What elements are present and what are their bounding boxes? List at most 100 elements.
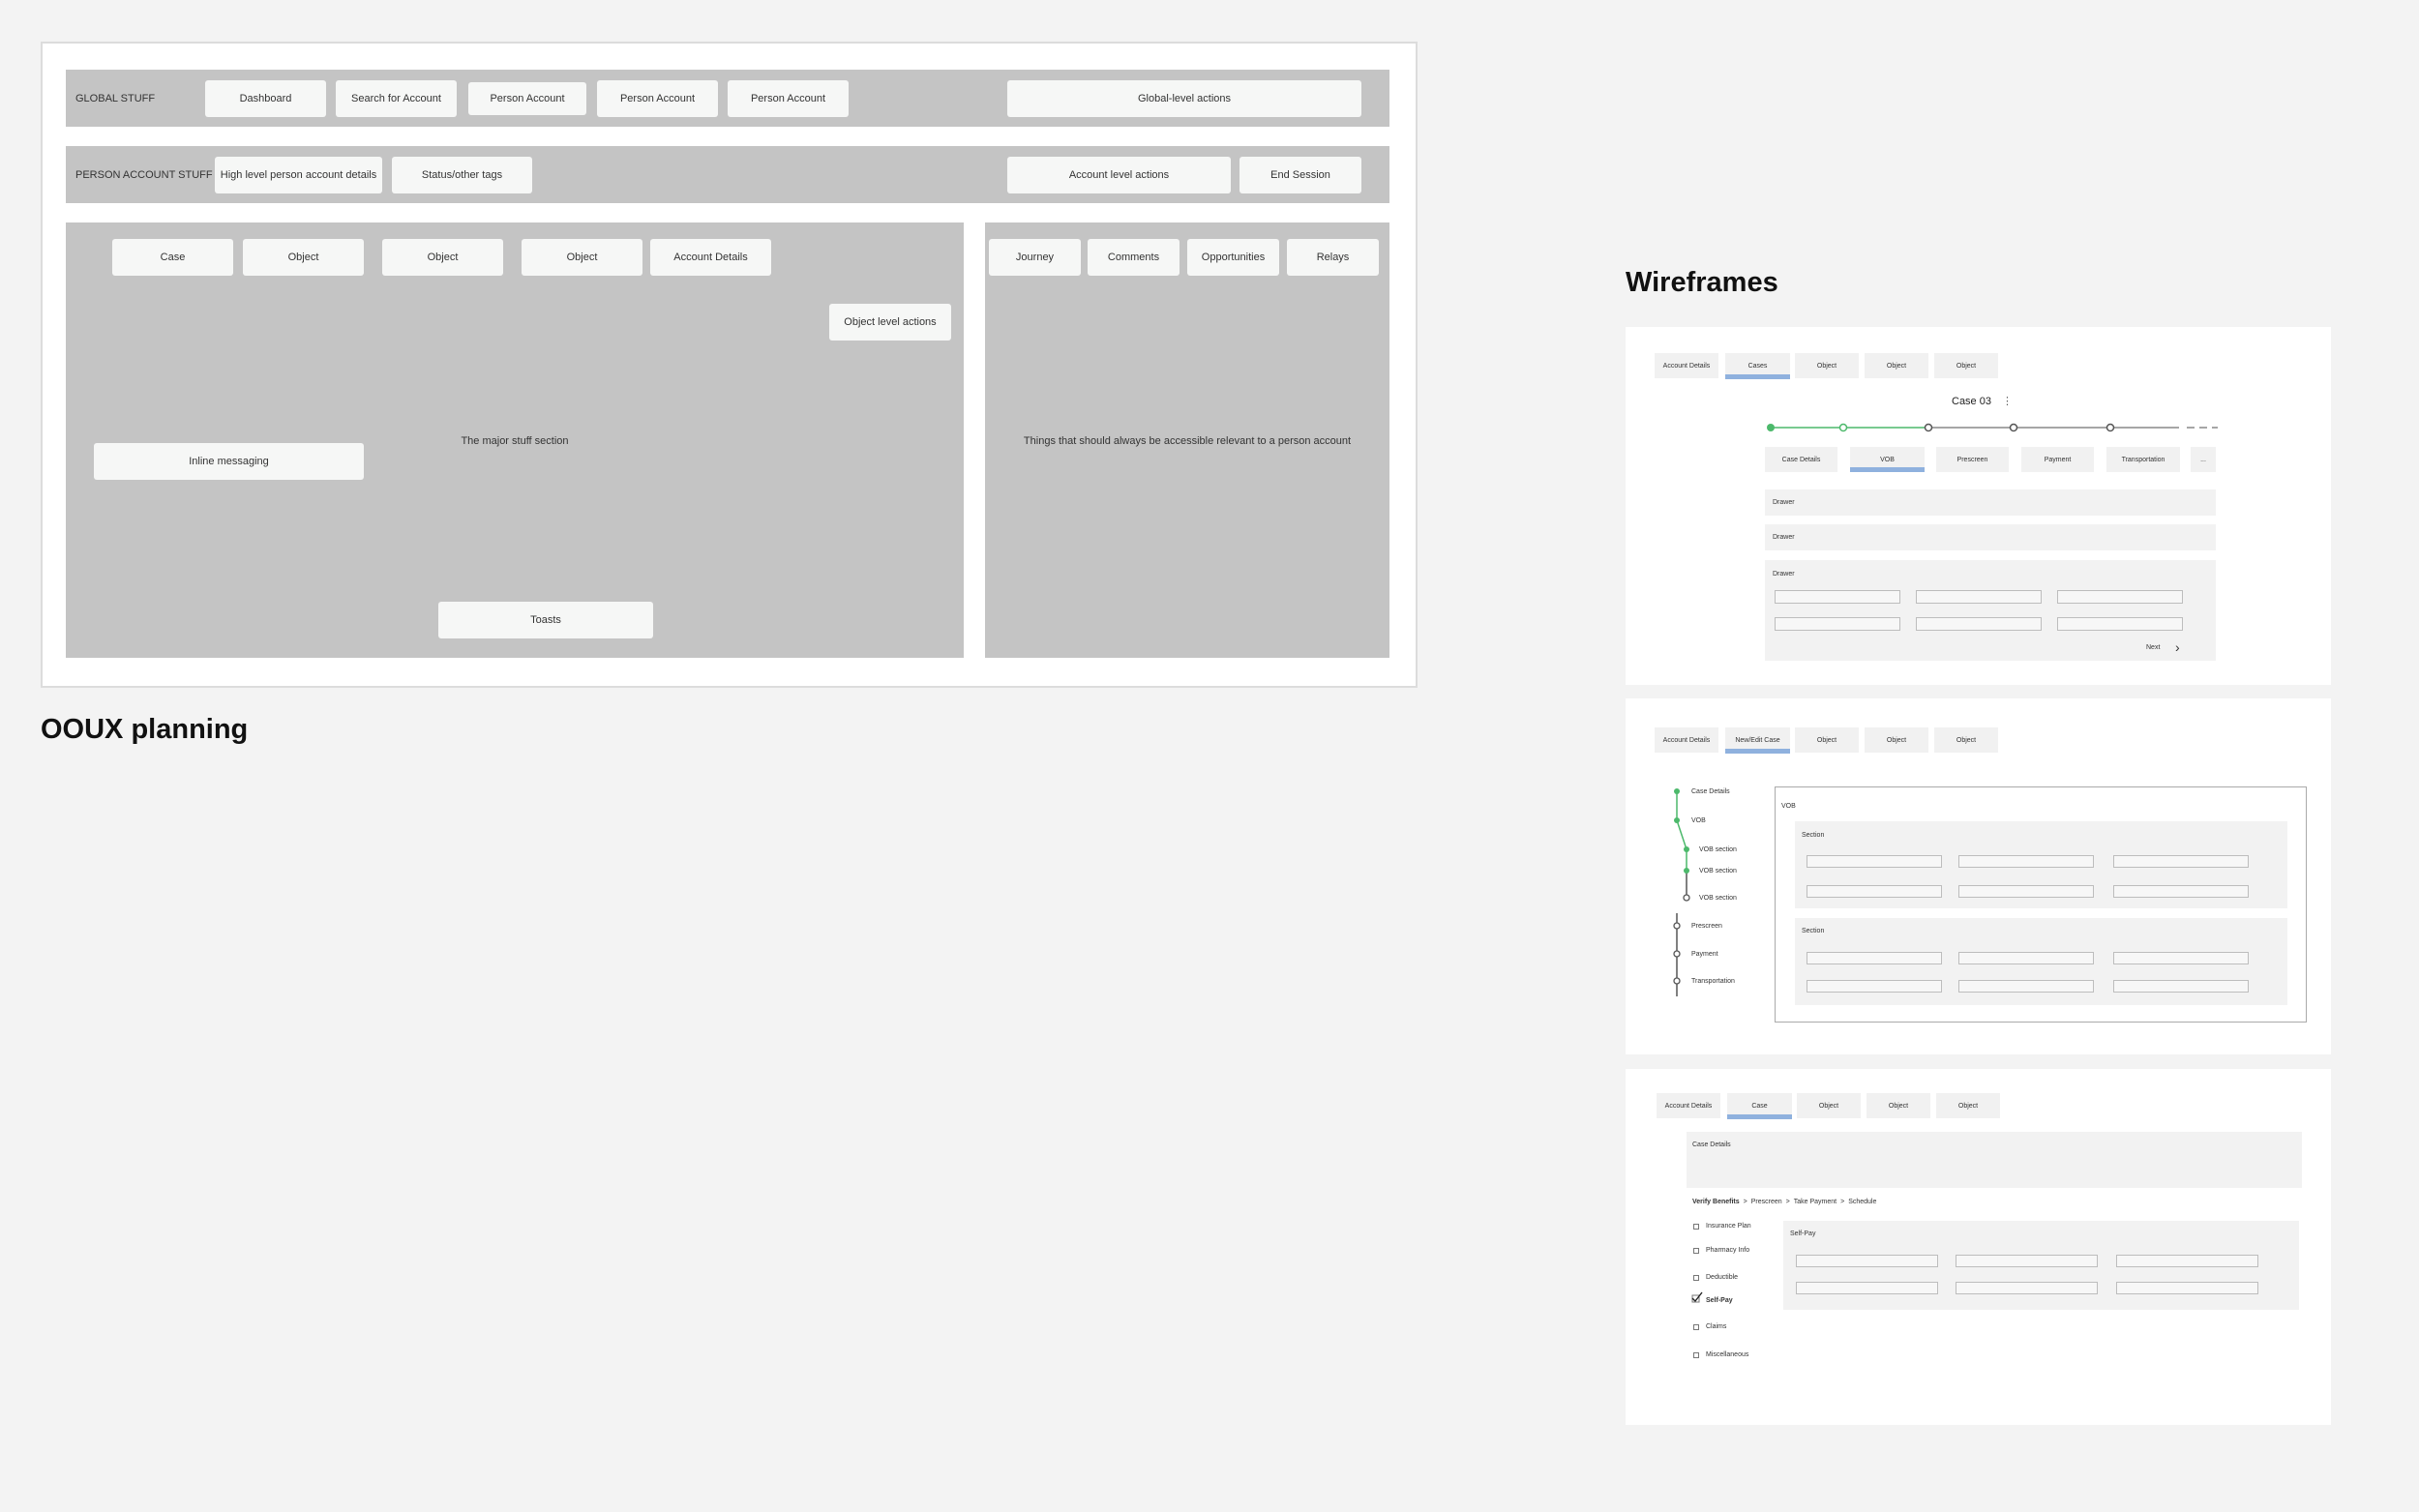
breadcrumb-verify-benefits[interactable]: Verify Benefits <box>1692 1199 1740 1205</box>
tab-case[interactable]: Case <box>112 239 233 276</box>
wf1-case-title: Case 03 <box>1952 396 1991 407</box>
wf2-field[interactable] <box>1958 980 2094 993</box>
object-actions-button[interactable]: Object level actions <box>829 304 951 341</box>
side-section-title: Things that should always be accessible … <box>1023 435 1352 447</box>
wf3-self-pay-title: Self-Pay <box>1790 1230 1816 1237</box>
wf1-field[interactable] <box>2057 590 2183 604</box>
wf3-field[interactable] <box>1956 1255 2098 1267</box>
wf1-subtab-indicator <box>1850 467 1925 472</box>
tab-comments[interactable]: Comments <box>1088 239 1180 276</box>
wf1-tab-object-2[interactable]: Object <box>1865 353 1928 378</box>
wf3-tab-object-3[interactable]: Object <box>1936 1093 2000 1118</box>
wf3-field[interactable] <box>1956 1282 2098 1294</box>
breadcrumb-prescreen[interactable]: Prescreen <box>1751 1199 1782 1205</box>
wf3-field[interactable] <box>2116 1255 2258 1267</box>
wf3-tab-account-details[interactable]: Account Details <box>1657 1093 1720 1118</box>
pharmacy-info-label: Pharmacy Info <box>1706 1247 1750 1254</box>
end-session-button[interactable]: End Session <box>1239 157 1361 193</box>
breadcrumb-take-payment[interactable]: Take Payment <box>1794 1199 1837 1205</box>
wf2-vob-panel-title: VOB <box>1781 803 1796 810</box>
step-dot-complete <box>1674 817 1680 823</box>
wf2-field[interactable] <box>1958 952 2094 964</box>
wf1-drawer-2[interactable] <box>1765 524 2216 550</box>
wf3-tab-object-2[interactable]: Object <box>1867 1093 1930 1118</box>
wf2-step-vob[interactable]: VOB <box>1691 817 1706 824</box>
global-actions-button[interactable]: Global-level actions <box>1007 80 1361 117</box>
wf2-step-vob-section-2[interactable]: VOB section <box>1699 868 1737 875</box>
insurance-plan-label: Insurance Plan <box>1706 1223 1751 1230</box>
kebab-icon[interactable]: ⋮ <box>2002 395 2013 407</box>
claims-label: Claims <box>1706 1323 1727 1330</box>
wf3-case-details-label: Case Details <box>1692 1141 1731 1148</box>
wf2-step-transportation[interactable]: Transportation <box>1691 978 1735 985</box>
wf1-subtab-payment[interactable]: Payment <box>2021 447 2094 472</box>
step-dot-complete <box>1674 788 1680 794</box>
tab-account-details[interactable]: Account Details <box>650 239 771 276</box>
wf2-step-vob-section-3[interactable]: VOB section <box>1699 895 1737 902</box>
wf1-subtab-case-details[interactable]: Case Details <box>1765 447 1837 472</box>
wf2-tab-account-details[interactable]: Account Details <box>1655 727 1718 753</box>
breadcrumb-separator: > <box>1743 1199 1747 1205</box>
wf2-field[interactable] <box>1807 980 1942 993</box>
wf1-next-button[interactable]: Next <box>2146 644 2160 651</box>
breadcrumb-schedule[interactable]: Schedule <box>1848 1199 1876 1205</box>
miscellaneous-label: Miscellaneous <box>1706 1351 1749 1358</box>
wf2-field[interactable] <box>2113 980 2249 993</box>
tab-object-1[interactable]: Object <box>243 239 364 276</box>
wf1-field[interactable] <box>1916 617 2042 631</box>
deductible-checkbox[interactable] <box>1693 1275 1699 1281</box>
wf3-field[interactable] <box>2116 1282 2258 1294</box>
search-account-button[interactable]: Search for Account <box>336 80 457 117</box>
wf3-field[interactable] <box>1796 1255 1938 1267</box>
wf1-field[interactable] <box>1775 617 1900 631</box>
insurance-plan-checkbox[interactable] <box>1693 1224 1699 1230</box>
wf2-field[interactable] <box>1807 952 1942 964</box>
miscellaneous-checkbox[interactable] <box>1693 1352 1699 1358</box>
account-actions-button[interactable]: Account level actions <box>1007 157 1231 193</box>
wf2-section-1-title: Section <box>1802 832 1825 839</box>
tab-object-2[interactable]: Object <box>382 239 503 276</box>
wf2-field[interactable] <box>1807 885 1942 898</box>
tab-relays[interactable]: Relays <box>1287 239 1379 276</box>
person-account-tab-1[interactable]: Person Account <box>468 82 586 115</box>
pharmacy-info-checkbox[interactable] <box>1693 1248 1699 1254</box>
wf1-field[interactable] <box>1916 590 2042 604</box>
wf1-tab-account-details[interactable]: Account Details <box>1655 353 1718 378</box>
tab-object-3[interactable]: Object <box>522 239 642 276</box>
wf1-subtab-transportation[interactable]: Transportation <box>2106 447 2180 472</box>
wf1-field[interactable] <box>2057 617 2183 631</box>
global-band-label: GLOBAL STUFF <box>75 92 156 104</box>
wf1-subtab-prescreen[interactable]: Prescreen <box>1936 447 2009 472</box>
wf2-field[interactable] <box>1958 855 2094 868</box>
dashboard-button[interactable]: Dashboard <box>205 80 326 117</box>
tab-opportunities[interactable]: Opportunities <box>1187 239 1279 276</box>
wf2-field[interactable] <box>2113 855 2249 868</box>
stepper-line-done <box>1676 819 1687 850</box>
wf1-tab-object-1[interactable]: Object <box>1795 353 1859 378</box>
wf2-field[interactable] <box>1807 855 1942 868</box>
wf3-field[interactable] <box>1796 1282 1938 1294</box>
wf1-drawer-1[interactable] <box>1765 489 2216 516</box>
wf2-step-case-details[interactable]: Case Details <box>1691 788 1730 795</box>
wf3-tab-object-1[interactable]: Object <box>1797 1093 1861 1118</box>
wf2-tab-object-1[interactable]: Object <box>1795 727 1859 753</box>
checkmark-icon[interactable] <box>1690 1291 1703 1304</box>
wf2-step-vob-section-1[interactable]: VOB section <box>1699 846 1737 853</box>
wf2-field[interactable] <box>2113 952 2249 964</box>
chevron-right-icon[interactable]: › <box>2175 639 2180 655</box>
toasts: Toasts <box>438 602 653 638</box>
tab-journey[interactable]: Journey <box>989 239 1081 276</box>
claims-checkbox[interactable] <box>1693 1324 1699 1330</box>
wf3-breadcrumb: Verify Benefits > Prescreen > Take Payme… <box>1692 1199 1876 1205</box>
wf1-tab-object-3[interactable]: Object <box>1934 353 1998 378</box>
person-account-tab-3[interactable]: Person Account <box>728 80 849 117</box>
person-account-tab-2[interactable]: Person Account <box>597 80 718 117</box>
wf1-subtab-more[interactable]: ... <box>2191 447 2216 472</box>
wf2-step-prescreen[interactable]: Prescreen <box>1691 923 1722 930</box>
wf2-tab-object-3[interactable]: Object <box>1934 727 1998 753</box>
wf2-step-payment[interactable]: Payment <box>1691 951 1718 958</box>
wf2-tab-object-2[interactable]: Object <box>1865 727 1928 753</box>
wf1-field[interactable] <box>1775 590 1900 604</box>
wf2-field[interactable] <box>1958 885 2094 898</box>
wf2-field[interactable] <box>2113 885 2249 898</box>
